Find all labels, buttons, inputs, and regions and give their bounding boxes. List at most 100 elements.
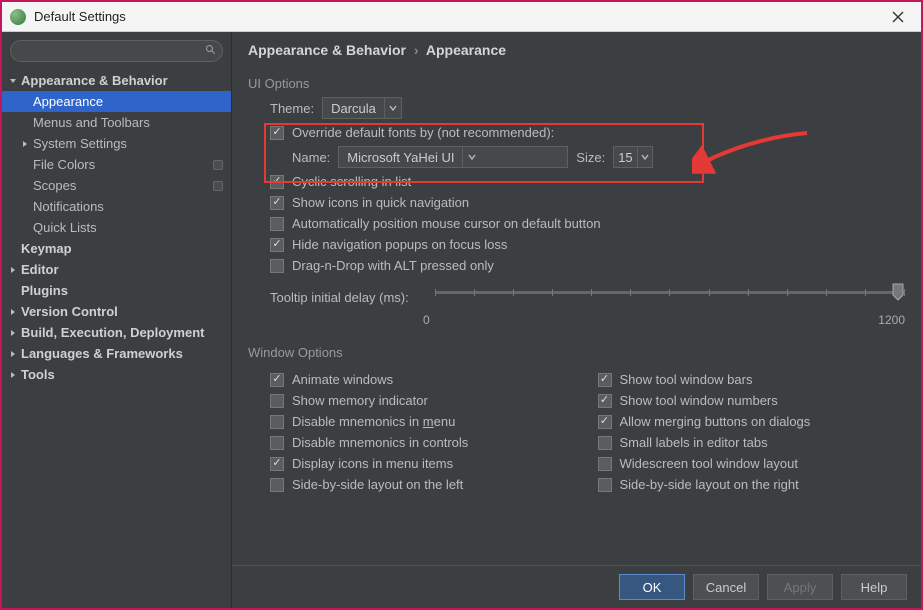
option-check[interactable]: Display icons in menu items: [270, 456, 578, 471]
option-check[interactable]: Show tool window bars: [598, 372, 906, 387]
chevron-icon: [20, 181, 30, 191]
settings-window: Default Settings Appearance & BehaviorAp…: [0, 0, 923, 610]
checkbox-icon: [270, 415, 284, 429]
chevron-icon: [20, 118, 30, 128]
chevron-down-icon: [637, 147, 653, 167]
sidebar-item[interactable]: Notifications: [2, 196, 231, 217]
chevron-icon: [8, 349, 18, 359]
chevron-icon: [20, 160, 30, 170]
sidebar-item-label: Appearance & Behavior: [21, 73, 223, 88]
sidebar-item[interactable]: Build, Execution, Deployment: [2, 322, 231, 343]
apply-button[interactable]: Apply: [767, 574, 833, 600]
option-check[interactable]: Small labels in editor tabs: [598, 435, 906, 450]
checkbox-icon: [598, 394, 612, 408]
sidebar-item[interactable]: Tools: [2, 364, 231, 385]
dialog-footer: OK Cancel Apply Help: [232, 565, 921, 608]
chevron-icon: [20, 223, 30, 233]
window-options-right: Show tool window bars Show tool window nu…: [598, 366, 906, 498]
sidebar-item[interactable]: File Colors: [2, 154, 231, 175]
sidebar-item[interactable]: Plugins: [2, 280, 231, 301]
theme-row: Theme: Darcula: [270, 97, 905, 119]
sidebar-item-label: Plugins: [21, 283, 223, 298]
option-check[interactable]: Show tool window numbers: [598, 393, 906, 408]
option-check[interactable]: Side-by-side layout on the right: [598, 477, 906, 492]
window-options-left: Animate windows Show memory indicator Disa…: [270, 366, 578, 498]
close-button[interactable]: [883, 3, 913, 31]
breadcrumb-group: Appearance & Behavior: [248, 42, 406, 58]
window-title: Default Settings: [34, 9, 883, 24]
help-button[interactable]: Help: [841, 574, 907, 600]
font-name-value: Microsoft YaHei UI: [339, 150, 462, 165]
chevron-icon: [8, 265, 18, 275]
option-check[interactable]: Animate windows: [270, 372, 578, 387]
sidebar-item-label: Tools: [21, 367, 223, 382]
option-label: Side-by-side layout on the right: [620, 477, 799, 492]
option-label: Show icons in quick navigation: [292, 195, 469, 210]
close-icon: [892, 11, 904, 23]
option-label: Display icons in menu items: [292, 456, 453, 471]
option-check[interactable]: Disable mnemonics in menu: [270, 414, 578, 429]
option-label: Side-by-side layout on the left: [292, 477, 463, 492]
sidebar-item[interactable]: Version Control: [2, 301, 231, 322]
search-icon: [205, 44, 217, 56]
sidebar-item[interactable]: Keymap: [2, 238, 231, 259]
sidebar-item-label: System Settings: [33, 136, 223, 151]
sidebar-item[interactable]: Menus and Toolbars: [2, 112, 231, 133]
option-check[interactable]: Side-by-side layout on the left: [270, 477, 578, 492]
font-size-select[interactable]: 15: [613, 146, 653, 168]
tooltip-delay-slider[interactable]: [435, 285, 905, 309]
chevron-icon: [20, 202, 30, 212]
sidebar-item-label: Notifications: [33, 199, 223, 214]
sidebar-item[interactable]: Languages & Frameworks: [2, 343, 231, 364]
slider-ticks: [435, 289, 905, 297]
ok-button[interactable]: OK: [619, 574, 685, 600]
checkbox-icon: [598, 436, 612, 450]
font-name-select[interactable]: Microsoft YaHei UI: [338, 146, 568, 168]
sidebar-item[interactable]: Quick Lists: [2, 217, 231, 238]
breadcrumb-page: Appearance: [426, 42, 506, 58]
option-check[interactable]: Widescreen tool window layout: [598, 456, 906, 471]
option-check[interactable]: Disable mnemonics in controls: [270, 435, 578, 450]
chevron-icon: [8, 286, 18, 296]
option-label: Small labels in editor tabs: [620, 435, 768, 450]
slider-labels: 0 1200: [423, 313, 905, 327]
settings-tree: Appearance & Behavior AppearanceMenus and…: [2, 68, 231, 387]
option-label: Disable mnemonics in controls: [292, 435, 468, 450]
sidebar-item-label: Build, Execution, Deployment: [21, 325, 223, 340]
ui-options-label: UI Options: [248, 76, 905, 91]
sidebar-item-label: File Colors: [33, 157, 209, 172]
sidebar-item-label: Editor: [21, 262, 223, 277]
option-check[interactable]: Show memory indicator: [270, 393, 578, 408]
option-check[interactable]: Hide navigation popups on focus loss: [270, 237, 905, 252]
sidebar-item[interactable]: Appearance & Behavior: [2, 70, 231, 91]
chevron-icon: [8, 76, 18, 86]
sidebar-item[interactable]: System Settings: [2, 133, 231, 154]
option-check[interactable]: Cyclic scrolling in list: [270, 174, 905, 189]
theme-select[interactable]: Darcula: [322, 97, 402, 119]
checkbox-icon: [270, 175, 284, 189]
option-label: Hide navigation popups on focus loss: [292, 237, 507, 252]
sidebar-item[interactable]: Appearance: [2, 91, 231, 112]
option-check[interactable]: Drag-n-Drop with ALT pressed only: [270, 258, 905, 273]
tooltip-label: Tooltip initial delay (ms):: [270, 290, 425, 305]
window-options-cols: Animate windows Show memory indicator Disa…: [270, 366, 905, 498]
content: Appearance & BehaviorAppearanceMenus and…: [2, 32, 921, 608]
tooltip-delay-row: Tooltip initial delay (ms):: [270, 285, 905, 309]
app-icon: [10, 9, 26, 25]
sidebar-item-label: Version Control: [21, 304, 223, 319]
sidebar-item[interactable]: Scopes: [2, 175, 231, 196]
sidebar-item-label: Quick Lists: [33, 220, 223, 235]
slider-handle-icon: [891, 283, 905, 301]
settings-scroll[interactable]: UI Options Theme: Darcula Override defau…: [232, 66, 921, 565]
search-input[interactable]: [10, 40, 223, 62]
project-badge-icon: [213, 181, 223, 191]
option-check[interactable]: Show icons in quick navigation: [270, 195, 905, 210]
window-options-label: Window Options: [248, 345, 905, 360]
option-check[interactable]: Automatically position mouse cursor on d…: [270, 216, 905, 231]
cancel-button[interactable]: Cancel: [693, 574, 759, 600]
override-fonts-check[interactable]: Override default fonts by (not recommend…: [270, 125, 905, 140]
checkbox-icon: [270, 394, 284, 408]
sidebar-item[interactable]: Editor: [2, 259, 231, 280]
option-check[interactable]: Allow merging buttons on dialogs: [598, 414, 906, 429]
search-wrap: [2, 36, 231, 68]
